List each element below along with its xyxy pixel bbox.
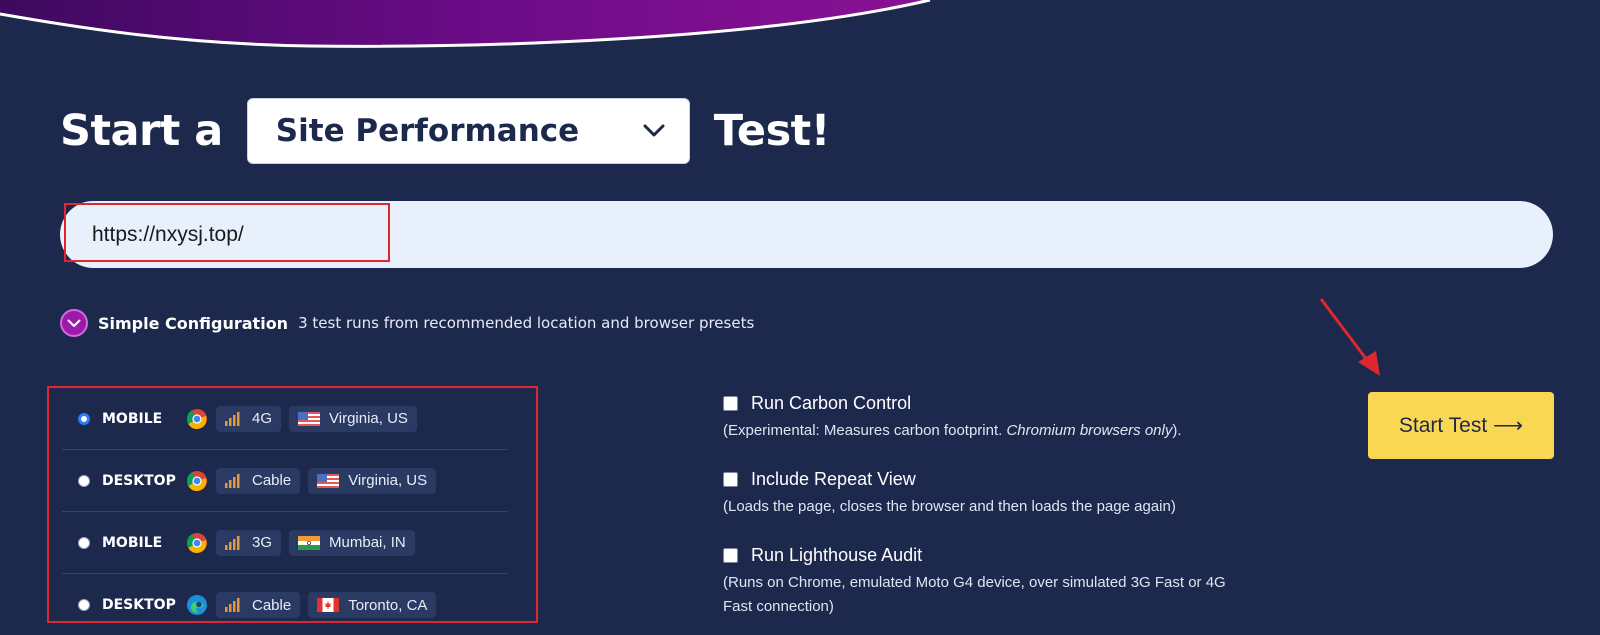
signal-icon [225, 598, 240, 612]
connection-label: Cable [252, 596, 292, 614]
test-options: Run Carbon Control (Experimental: Measur… [723, 393, 1243, 635]
repeat-view-checkbox[interactable] [723, 472, 738, 487]
test-type-selected: Site Performance [275, 113, 580, 149]
config-title: Simple Configuration [98, 313, 289, 333]
ca-flag-icon [317, 598, 340, 612]
preset-device: MOBILE [102, 534, 163, 551]
location-chip: Virginia, US [289, 405, 417, 432]
option-carbon-control: Run Carbon Control (Experimental: Measur… [723, 393, 1243, 443]
chevron-down-icon [67, 319, 81, 327]
signal-icon [225, 473, 240, 488]
headline-prefix: Start a [60, 106, 223, 156]
connection-label: Cable [252, 472, 292, 489]
chrome-icon [186, 408, 208, 430]
us-flag-icon [317, 473, 340, 488]
carbon-control-checkbox[interactable] [723, 396, 738, 411]
preset-radio[interactable] [78, 412, 90, 425]
connection-label: 3G [252, 534, 273, 551]
option-repeat-view: Include Repeat View (Loads the page, clo… [723, 469, 1243, 519]
preset-row[interactable]: MOBILE 4G Virginia, US [62, 388, 508, 450]
connection-chip: 3G [216, 529, 282, 556]
location-chip: Virginia, US [308, 467, 437, 494]
repeat-view-label[interactable]: Include Repeat View [751, 469, 916, 490]
preset-device: DESKTOP [102, 472, 176, 489]
location-label: Virginia, US [329, 410, 408, 427]
annotation-arrow-icon [1319, 298, 1380, 376]
lighthouse-audit-checkbox[interactable] [723, 548, 738, 563]
carbon-control-label[interactable]: Run Carbon Control [751, 393, 911, 414]
chrome-icon [186, 532, 208, 554]
preset-row[interactable]: DESKTOP Cable Virginia, US [62, 450, 508, 512]
connection-chip: Cable [216, 467, 301, 494]
test-type-select[interactable]: Site Performance [246, 98, 690, 164]
us-flag-icon [298, 411, 321, 426]
connection-chip: Cable [216, 592, 301, 618]
header-wave [0, 0, 931, 48]
lighthouse-desc-line2: Fast connection) [723, 598, 834, 615]
preset-row[interactable]: MOBILE 3G Mumbai, IN [62, 512, 508, 574]
signal-icon [225, 535, 240, 550]
config-toggle-button[interactable] [60, 309, 88, 337]
signal-icon [225, 411, 240, 426]
headline: Start a Site Performance Test! [60, 98, 830, 164]
chevron-down-icon [643, 124, 665, 137]
preset-list: MOBILE 4G Virginia, US DESKTOP Cable Virginia… [62, 388, 508, 635]
connection-label: 4G [252, 410, 273, 427]
location-label: Virginia, US [348, 472, 428, 489]
carbon-desc-emphasis: Chromium browsers only [1006, 422, 1173, 439]
edge-icon [186, 594, 208, 616]
lighthouse-desc-line1: (Runs on Chrome, emulated Moto G4 device… [723, 574, 1226, 591]
location-label: Mumbai, IN [329, 534, 406, 551]
carbon-desc-end: ). [1172, 422, 1182, 439]
config-description: 3 test runs from recommended location an… [298, 314, 755, 332]
option-lighthouse-audit: Run Lighthouse Audit (Runs on Chrome, em… [723, 545, 1243, 619]
url-highlight-annotation [64, 203, 390, 262]
location-chip: Mumbai, IN [289, 529, 415, 556]
repeat-view-description: (Loads the page, closes the browser and … [723, 498, 1176, 515]
preset-device: DESKTOP [102, 597, 176, 613]
headline-suffix: Test! [713, 106, 831, 156]
carbon-control-description: (Experimental: Measures carbon footprint… [723, 419, 1243, 443]
location-label: Toronto, CA [348, 596, 428, 614]
preset-row[interactable]: DESKTOP Cable Toronto, CA [62, 574, 508, 635]
preset-radio[interactable] [78, 474, 90, 487]
preset-radio[interactable] [78, 536, 90, 549]
location-chip: Toronto, CA [308, 592, 437, 618]
carbon-desc-text: (Experimental: Measures carbon footprint… [723, 422, 1003, 439]
lighthouse-audit-description: (Runs on Chrome, emulated Moto G4 device… [723, 571, 1243, 619]
connection-chip: 4G [216, 405, 282, 432]
simple-configuration: Simple Configuration 3 test runs from re… [60, 308, 754, 338]
in-flag-icon [298, 535, 321, 550]
preset-device: MOBILE [102, 410, 163, 427]
lighthouse-audit-label[interactable]: Run Lighthouse Audit [751, 545, 922, 566]
preset-radio[interactable] [78, 599, 90, 611]
start-test-button[interactable]: Start Test ⟶ [1368, 392, 1554, 459]
chrome-icon [186, 470, 208, 492]
